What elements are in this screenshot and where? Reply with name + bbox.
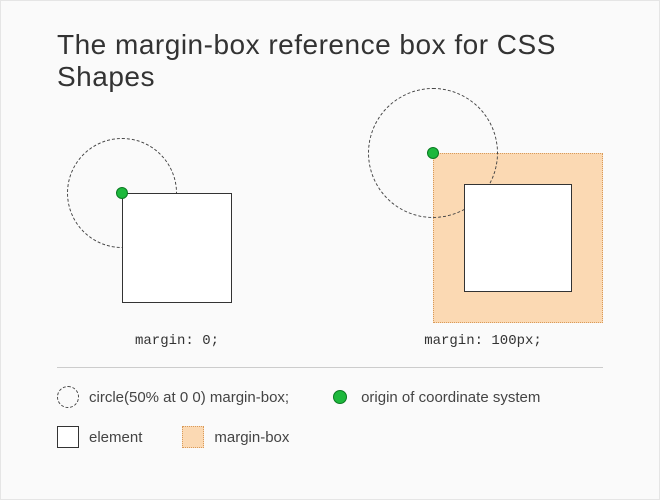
stage-left <box>57 133 297 323</box>
example-margin-hundred: margin: 100px; <box>363 133 603 349</box>
element-box-icon <box>464 184 572 292</box>
legend-label: element <box>89 429 142 446</box>
example-margin-zero: margin: 0; <box>57 133 297 349</box>
legend-item-marginbox: margin-box <box>182 426 289 448</box>
caption-right: margin: 100px; <box>363 333 603 349</box>
legend-label: origin of coordinate system <box>361 389 540 406</box>
peach-square-icon <box>182 426 204 448</box>
legend-item-element: element <box>57 426 142 448</box>
solid-square-icon <box>57 426 79 448</box>
legend-item-circle: circle(50% at 0 0) margin-box; <box>57 386 289 408</box>
element-box-icon <box>122 193 232 303</box>
legend-label: margin-box <box>214 429 289 446</box>
origin-dot-icon <box>116 187 128 199</box>
legend-item-origin: origin of coordinate system <box>329 386 540 408</box>
divider <box>57 367 603 368</box>
origin-dot-icon <box>427 147 439 159</box>
legend: circle(50% at 0 0) margin-box; origin of… <box>57 386 603 448</box>
stage-right <box>363 133 603 323</box>
dashed-circle-icon <box>57 386 79 408</box>
legend-label: circle(50% at 0 0) margin-box; <box>89 389 289 406</box>
origin-dot-icon <box>329 386 351 408</box>
caption-left: margin: 0; <box>57 333 297 349</box>
examples-row: margin: 0; margin: 100px; <box>57 133 603 349</box>
page-title: The margin-box reference box for CSS Sha… <box>57 29 603 93</box>
